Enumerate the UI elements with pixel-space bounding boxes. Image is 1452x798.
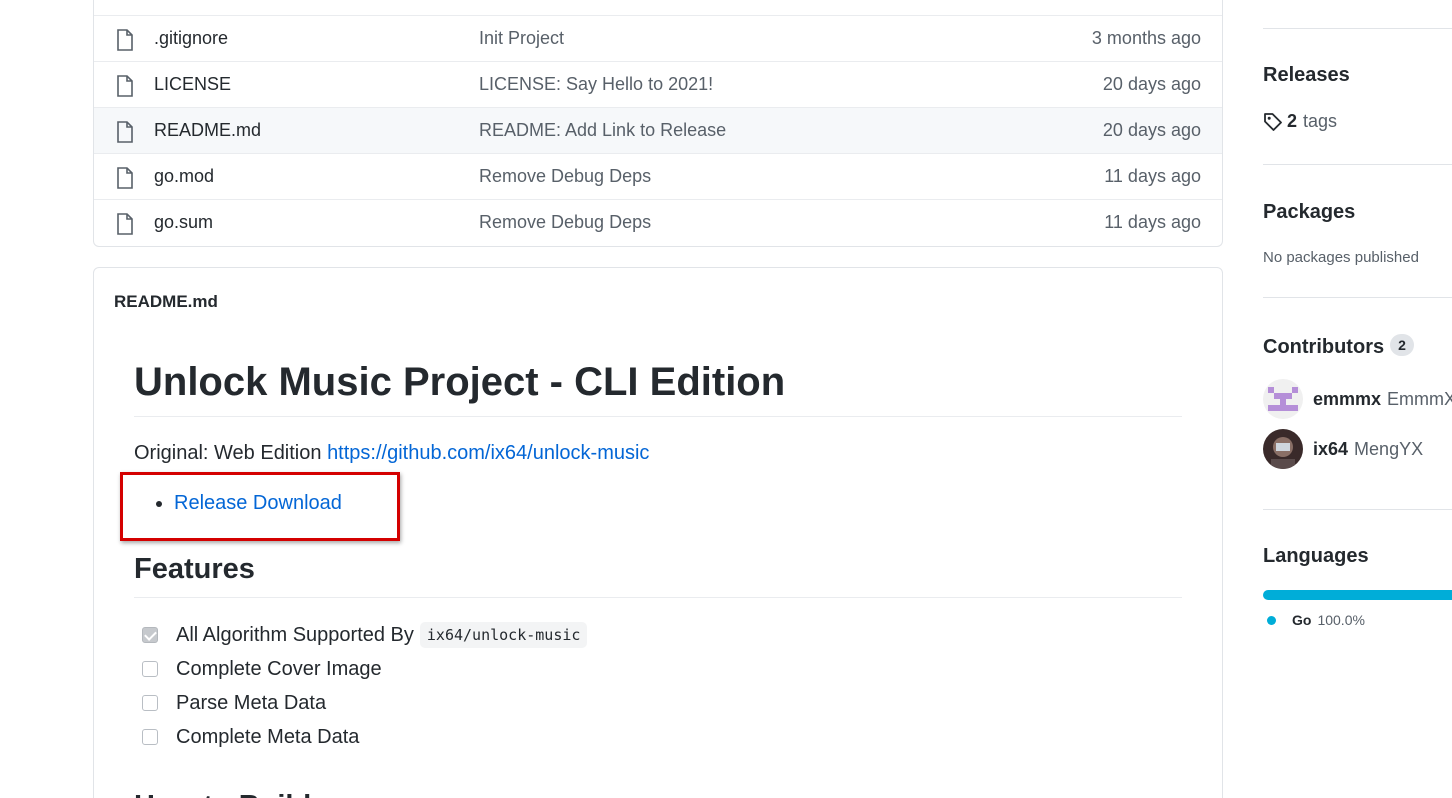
readme-title: Unlock Music Project - CLI Edition [134,358,1182,417]
commit-age: 11 days ago [1104,212,1201,232]
language-bar [1263,590,1452,600]
contributor-name: MengYX [1354,438,1424,459]
feature-task-list: All Algorithm Supported By ix64/unlock-m… [134,618,1182,754]
contributor-item[interactable]: ix64 MengYX [1263,429,1423,469]
file-icon [117,213,133,235]
divider [1263,509,1452,510]
task-text: All Algorithm Supported By [176,623,414,646]
commit-message[interactable]: Remove Debug Deps [479,212,651,233]
commit-message[interactable]: Remove Debug Deps [479,166,651,187]
howto-heading: How to Build [134,788,1182,798]
task-item: Parse Meta Data [134,686,1182,720]
features-heading: Features [134,551,1182,598]
task-text: Complete Cover Image [176,657,382,680]
packages-empty: No packages published [1263,249,1419,266]
original-prefix: Original: Web Edition [134,442,322,464]
contributor-name: EmmmX [1387,388,1452,409]
repository-page: .gitignore Init Project 3 months ago LIC… [0,0,1452,798]
contributors-title: Contributors [1263,336,1385,358]
file-row[interactable]: LICENSE LICENSE: Say Hello to 2021! 20 d… [94,61,1222,107]
contributor-login[interactable]: ix64 [1313,439,1348,460]
file-icon [117,75,133,97]
languages-title: Languages [1263,545,1369,567]
commit-age: 20 days ago [1102,120,1201,140]
releases-title[interactable]: Releases [1263,64,1350,87]
task-item: Complete Cover Image [134,652,1182,686]
commit-age: 11 days ago [1104,166,1201,186]
file-icon [117,121,133,143]
file-icon [117,29,133,51]
file-name[interactable]: LICENSE [154,74,231,95]
avatar[interactable] [1263,379,1303,419]
task-item: All Algorithm Supported By ix64/unlock-m… [134,618,1182,652]
file-icon [117,167,133,189]
contributors-heading[interactable]: Contributors 2 [1263,334,1414,359]
task-text: Parse Meta Data [176,691,327,714]
commit-message[interactable]: Init Project [479,28,564,49]
avatar[interactable] [1263,429,1303,469]
file-row[interactable]: .gitignore Init Project 3 months ago [94,15,1222,61]
file-row[interactable]: go.mod Remove Debug Deps 11 days ago [94,153,1222,199]
contributor-item[interactable]: emmmx EmmmX [1263,379,1452,419]
contributor-login[interactable]: emmmx [1313,389,1381,410]
sidebar: Releases 2 tags Packages No packages pub… [1263,0,1452,798]
language-percent: 100.0% [1317,612,1365,628]
file-name[interactable]: .gitignore [154,28,228,49]
release-list: Release Download [134,489,1182,517]
commit-message[interactable]: LICENSE: Say Hello to 2021! [479,74,713,95]
file-row[interactable]: go.sum Remove Debug Deps 11 days ago [94,199,1222,245]
tags-label: tags [1303,111,1338,131]
tags-link[interactable]: 2 tags [1263,111,1337,132]
original-line: Original: Web Edition https://github.com… [134,439,1182,467]
file-name[interactable]: go.sum [154,212,213,233]
inline-code: ix64/unlock-music [419,622,588,648]
divider [1263,28,1452,29]
task-text: Complete Meta Data [176,725,360,748]
unchecked-checkbox [142,729,158,745]
commit-age: 3 months ago [1091,28,1201,48]
original-link[interactable]: https://github.com/ix64/unlock-music [327,442,649,464]
readme-box: README.md Unlock Music Project - CLI Edi… [93,267,1223,798]
tag-icon [1264,112,1282,131]
file-name[interactable]: README.md [154,120,261,141]
file-name[interactable]: go.mod [154,166,214,187]
language-color-dot [1267,615,1276,625]
unchecked-checkbox [142,695,158,711]
contributors-count: 2 [1390,334,1414,356]
divider [1263,164,1452,165]
commit-message[interactable]: README: Add Link to Release [479,120,726,141]
divider [1263,297,1452,298]
unchecked-checkbox [142,661,158,677]
readme-content: Unlock Music Project - CLI Edition Origi… [134,358,1182,798]
checked-checkbox [142,627,158,643]
task-item: Complete Meta Data [134,720,1182,754]
file-list: .gitignore Init Project 3 months ago LIC… [93,0,1223,247]
commit-age: 20 days ago [1102,74,1201,94]
language-item[interactable]: Go 100.0% [1267,612,1365,628]
language-name: Go [1292,612,1312,628]
file-row-partial[interactable] [94,0,1222,15]
list-item: Release Download [174,489,1182,517]
release-download-link[interactable]: Release Download [174,492,342,514]
packages-title[interactable]: Packages [1263,201,1355,224]
file-row[interactable]: README.md README: Add Link to Release 20… [94,107,1222,153]
readme-header[interactable]: README.md [114,292,218,312]
tags-count: 2 [1287,111,1298,131]
